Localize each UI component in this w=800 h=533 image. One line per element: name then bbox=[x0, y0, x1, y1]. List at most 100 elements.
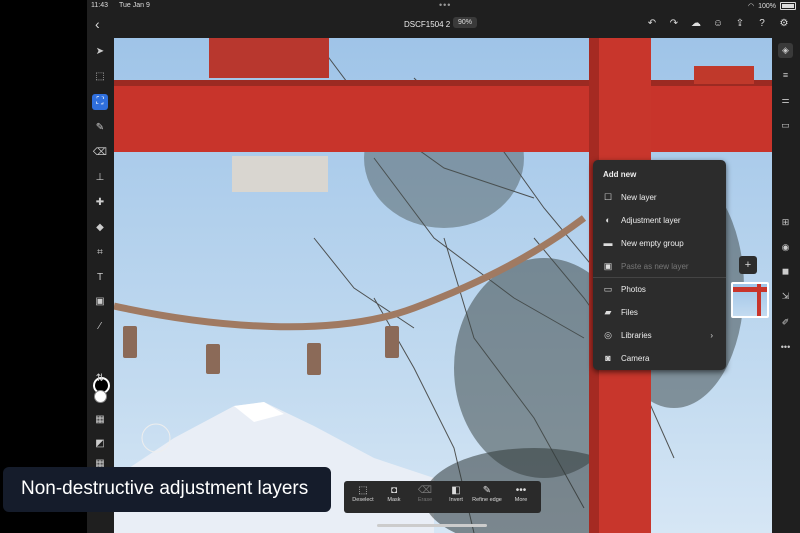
files-icon: ▰ bbox=[604, 306, 612, 317]
add-layer-icon[interactable]: ⊞ bbox=[778, 215, 793, 230]
background-color-swatch[interactable] bbox=[94, 390, 107, 403]
caption-text: Non-destructive adjustment layers bbox=[21, 478, 309, 499]
multitask-dots[interactable]: ••• bbox=[439, 0, 451, 10]
adjustment-icon: ◐ bbox=[605, 215, 611, 225]
menu-item-label: New layer bbox=[621, 192, 657, 202]
cloud-icon[interactable]: ☁ bbox=[690, 18, 702, 30]
wifi-icon: ◠ bbox=[747, 3, 755, 10]
menu-item-camera[interactable]: ◙ Camera bbox=[603, 351, 721, 365]
selection-tool-icon[interactable]: ⛶ bbox=[92, 94, 108, 110]
help-icon[interactable]: ? bbox=[756, 18, 768, 30]
top-actions: ↶ ↷ ☁ ☺ ⇪ ? ⚙ bbox=[646, 18, 790, 30]
invert-button[interactable]: ◧ Invert bbox=[441, 484, 471, 503]
share-icon[interactable]: ⇪ bbox=[734, 18, 746, 30]
transform-tool-icon[interactable]: ⬚ bbox=[92, 69, 108, 85]
menu-item-photos[interactable]: ▭ Photos bbox=[603, 282, 721, 296]
image-place-tool-icon[interactable]: ▣ bbox=[92, 294, 108, 310]
menu-item-paste-as-new-layer: ▣ Paste as new layer bbox=[603, 259, 721, 273]
right-toolbar: ◈ ≡ ⚌ ▭ ⊞ ◉ ◼ ⇲ ✐ ••• bbox=[772, 38, 800, 533]
video-caption: Non-destructive adjustment layers bbox=[3, 467, 331, 512]
camera-icon: ◙ bbox=[605, 353, 611, 363]
mask-icon: ◘ bbox=[390, 485, 398, 496]
menu-divider bbox=[593, 277, 726, 278]
status-right: ◠ 100% bbox=[748, 2, 796, 10]
deselect-icon: ⬚ bbox=[358, 485, 368, 496]
brush-tool-icon[interactable]: ✎ bbox=[92, 120, 108, 136]
healing-tool-icon[interactable]: ✚ bbox=[92, 195, 108, 211]
layers-icon[interactable]: ◈ bbox=[778, 43, 793, 58]
type-tool-icon[interactable]: T bbox=[92, 270, 108, 286]
rope-tassels bbox=[123, 326, 399, 375]
clone-stamp-tool-icon[interactable]: ⊥ bbox=[92, 170, 108, 186]
invert-icon: ◧ bbox=[451, 485, 461, 496]
menu-item-label: Paste as new layer bbox=[621, 261, 689, 271]
back-chevron-icon[interactable]: ‹ bbox=[95, 17, 100, 31]
erase-button: ⌫ Erase bbox=[410, 484, 440, 503]
layers-blend-icon[interactable]: ◩ bbox=[92, 436, 108, 452]
fill-tool-icon[interactable]: ◆ bbox=[92, 220, 108, 236]
erase-icon: ⌫ bbox=[417, 485, 433, 496]
status-bar: 11:43 Tue Jan 9 ••• ◠ 100% bbox=[87, 0, 800, 12]
add-new-layer-button[interactable]: + bbox=[739, 256, 757, 274]
clipping-icon[interactable]: ⇲ bbox=[778, 289, 793, 304]
more-icon: ••• bbox=[515, 485, 527, 496]
menu-item-label: Adjustment layer bbox=[621, 215, 681, 225]
more-label: More bbox=[514, 497, 528, 503]
torii-upper-beam bbox=[209, 38, 329, 78]
layer-properties-icon[interactable]: ≡ bbox=[778, 68, 793, 83]
eyedropper-tool-icon[interactable]: ⁄ bbox=[92, 319, 108, 335]
more-options-icon[interactable]: ••• bbox=[778, 340, 793, 355]
user-icon[interactable]: ☺ bbox=[712, 18, 724, 30]
mask-button[interactable]: ◘ Mask bbox=[379, 484, 409, 503]
mask-layer-icon[interactable]: ◼ bbox=[778, 264, 793, 279]
mask-label: Mask bbox=[387, 497, 401, 503]
visibility-eye-icon[interactable]: ◉ bbox=[778, 240, 793, 255]
document-title[interactable]: DSCF1504 2 bbox=[404, 20, 450, 29]
torii-plaque bbox=[232, 156, 328, 192]
menu-item-files[interactable]: ▰ Files bbox=[603, 305, 721, 319]
adjustments-icon[interactable]: ⚌ bbox=[778, 93, 793, 108]
add-new-menu-title: Add new bbox=[603, 170, 637, 179]
menu-item-label: Photos bbox=[621, 284, 646, 294]
refine-edge-button[interactable]: ✎ Refine edge bbox=[472, 484, 502, 503]
deselect-button[interactable]: ⬚ Deselect bbox=[348, 484, 378, 503]
layer-thumbnail[interactable] bbox=[731, 282, 769, 318]
battery-percent: 100% bbox=[758, 2, 776, 10]
menu-item-adjustment-layer[interactable]: ◐ Adjustment layer bbox=[603, 213, 721, 227]
menu-item-label: Camera bbox=[621, 353, 650, 363]
zoom-level[interactable]: 90% bbox=[453, 17, 478, 28]
photos-icon: ▭ bbox=[603, 283, 613, 294]
status-date: Tue Jan 9 bbox=[119, 2, 150, 9]
status-time: 11:43 bbox=[91, 2, 108, 9]
menu-item-libraries[interactable]: ◎ Libraries › bbox=[603, 328, 721, 342]
folder-icon: ▬ bbox=[603, 238, 613, 248]
refine-edge-icon: ✎ bbox=[482, 485, 492, 496]
touch-indicator bbox=[141, 423, 171, 453]
home-indicator[interactable] bbox=[377, 524, 487, 527]
swap-colors-icon[interactable]: ⇅ bbox=[92, 371, 108, 387]
menu-item-label: Files bbox=[621, 307, 638, 317]
eraser-tool-icon[interactable]: ⌫ bbox=[92, 145, 108, 161]
comments-icon[interactable]: ▭ bbox=[778, 118, 793, 133]
refine-edge-label: Refine edge bbox=[472, 497, 502, 503]
battery-icon bbox=[780, 2, 796, 10]
undo-icon[interactable]: ↶ bbox=[646, 18, 658, 30]
move-tool-icon[interactable]: ➤ bbox=[92, 44, 108, 60]
erase-label: Erase bbox=[417, 497, 433, 503]
libraries-icon: ◎ bbox=[604, 329, 612, 340]
menu-item-label: Libraries bbox=[621, 330, 652, 340]
menu-item-new-layer[interactable]: ☐ New layer bbox=[603, 190, 721, 204]
add-new-menu: Add new ☐ New layer ◐ Adjustment layer ▬… bbox=[593, 160, 726, 370]
more-button[interactable]: ••• More bbox=[506, 484, 536, 503]
layer-thumbnail-preview bbox=[733, 284, 767, 316]
chevron-right-icon: › bbox=[710, 330, 713, 340]
layer-effects-icon[interactable]: ✐ bbox=[778, 315, 793, 330]
settings-gear-icon[interactable]: ⚙ bbox=[778, 18, 790, 30]
square-icon: ☐ bbox=[603, 191, 613, 202]
left-toolbar: ➤ ⬚ ⛶ ✎ ⌫ ⊥ ✚ ◆ ⌗ T ▣ ⁄ ⇅ ▦ ◩ ▦ bbox=[87, 38, 113, 533]
redo-icon[interactable]: ↷ bbox=[668, 18, 680, 30]
grid-icon[interactable]: ▦ bbox=[92, 412, 108, 428]
menu-item-new-empty-group[interactable]: ▬ New empty group bbox=[603, 236, 721, 250]
selection-action-bar: ⬚ Deselect ◘ Mask ⌫ Erase ◧ Invert ✎ Ref… bbox=[344, 481, 541, 513]
crop-tool-icon[interactable]: ⌗ bbox=[92, 245, 108, 261]
